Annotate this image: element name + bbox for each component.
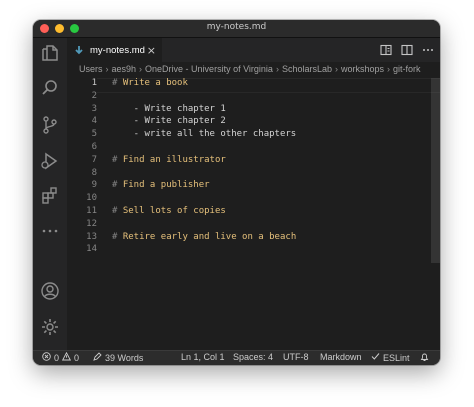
code-line[interactable]: # Find a publisher [112, 180, 210, 190]
line-number: 7 [91, 154, 97, 165]
chevron-right-icon: › [334, 64, 338, 74]
close-icon[interactable]: × [147, 45, 156, 56]
warning-icon [61, 351, 72, 363]
heading-text: Find a publisher [117, 180, 210, 191]
eslint-label: ESLint [383, 352, 410, 363]
breadcrumb-item[interactable]: aes9h [112, 64, 137, 74]
chevron-right-icon: › [275, 64, 279, 74]
run-debug-icon[interactable] [40, 151, 60, 171]
word-count[interactable]: 39 Words [93, 352, 143, 363]
breadcrumb-item[interactable]: OneDrive - University of Virginia [145, 64, 273, 74]
problems-indicator[interactable]: 0 0 [42, 351, 80, 363]
editor[interactable]: 1 2 3 4 5 6 7 8 9 10 11 12 13 14 # Write a book - Wri… [67, 78, 440, 351]
line-number: 3 [91, 103, 97, 114]
breadcrumb-item[interactable]: git-fork [393, 64, 421, 74]
editor-actions [379, 43, 434, 56]
breadcrumb-item[interactable]: ScholarsLab [282, 64, 332, 74]
breadcrumb-item[interactable]: workshops [341, 64, 384, 74]
breadcrumb: Users › aes9h › OneDrive - University of… [67, 62, 440, 78]
account-icon[interactable] [40, 281, 60, 301]
explorer-icon[interactable] [40, 43, 60, 63]
search-icon[interactable] [40, 78, 60, 98]
check-icon [371, 352, 380, 363]
code-line[interactable]: # Sell lots of copies [112, 206, 226, 216]
tab-label: my-notes.md [90, 44, 145, 56]
line-number: 8 [91, 167, 97, 178]
pencil-icon [93, 352, 102, 363]
line-number: 5 [91, 129, 97, 140]
window-title: my-notes.md [206, 22, 267, 32]
tab-bar: my-notes.md × [67, 38, 440, 62]
indentation[interactable]: Spaces: 4 [233, 352, 273, 362]
activity-bar [33, 38, 67, 351]
line-number: 10 [86, 193, 97, 204]
settings-gear-icon[interactable] [40, 317, 60, 337]
vertical-scrollbar[interactable] [431, 78, 440, 263]
code-line[interactable]: # Write a book [112, 78, 188, 88]
line-number: 2 [91, 90, 97, 101]
title-bar: my-notes.md [33, 20, 440, 38]
heading-text: Retire early and live on a beach [117, 231, 297, 242]
source-control-icon[interactable] [40, 115, 60, 135]
line-number: 11 [86, 206, 97, 216]
code-line[interactable]: # Find an illustrator [112, 155, 226, 165]
status-bar: 0 0 39 Words Ln 1, Col 1 Spaces: 4 UTF-8… [33, 350, 440, 365]
chevron-right-icon: › [139, 64, 143, 74]
error-icon [42, 352, 51, 363]
split-editor-icon[interactable] [400, 43, 413, 56]
line-text: - write all the other chapters [112, 129, 297, 140]
extensions-icon[interactable] [40, 186, 60, 206]
line-number: 1 [91, 78, 97, 88]
encoding[interactable]: UTF-8 [283, 352, 309, 362]
cursor-position[interactable]: Ln 1, Col 1 [181, 352, 225, 362]
code-line[interactable]: - write all the other chapters [112, 129, 297, 140]
language-mode[interactable]: Markdown [320, 352, 362, 362]
error-count: 0 [54, 352, 60, 363]
line-number: 13 [86, 231, 97, 242]
code-line[interactable]: - Write chapter 1 [112, 104, 226, 114]
line-number: 9 [91, 180, 97, 191]
eslint-status[interactable]: ESLint [371, 352, 410, 363]
word-count-label: 39 Words [105, 352, 144, 363]
more-icon[interactable] [40, 221, 60, 241]
markdown-file-icon [75, 44, 85, 56]
more-actions-icon[interactable] [421, 43, 434, 56]
tab-my-notes[interactable]: my-notes.md × [67, 38, 163, 62]
line-number: 14 [86, 244, 97, 255]
notifications-bell-icon[interactable] [420, 352, 429, 362]
code-line[interactable]: # Retire early and live on a beach [112, 232, 296, 242]
code-line[interactable]: - Write chapter 2 [112, 116, 226, 126]
line-number: 6 [91, 142, 97, 152]
heading-text: Write a book [117, 78, 188, 88]
heading-text: Sell lots of copies [117, 206, 226, 216]
chevron-right-icon: › [105, 64, 109, 74]
line-text: - Write chapter 1 [112, 103, 226, 114]
line-text: - Write chapter 2 [112, 116, 226, 127]
line-number: 12 [86, 218, 97, 229]
line-number: 4 [91, 116, 97, 127]
open-preview-icon[interactable] [379, 43, 392, 56]
chevron-right-icon: › [387, 64, 391, 74]
vscode-window: my-notes.md my-notes.md × Users › aes9h … [33, 20, 440, 365]
breadcrumb-item[interactable]: Users [79, 64, 103, 74]
warning-count: 0 [74, 352, 80, 363]
heading-text: Find an illustrator [117, 154, 226, 165]
